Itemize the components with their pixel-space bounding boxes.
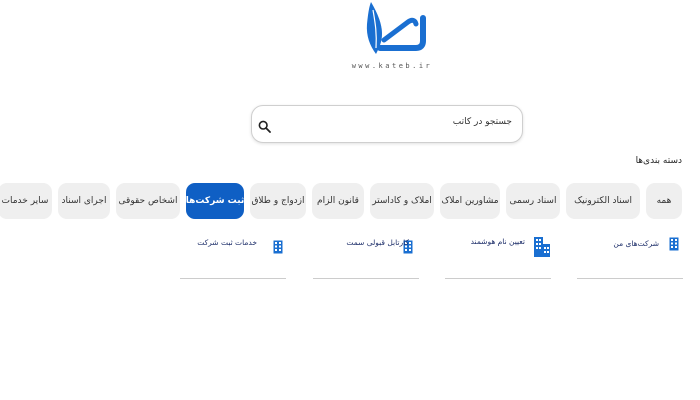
chip-all[interactable]: همه [646,183,682,219]
buildings-icon [534,237,550,261]
chip-obligation-law[interactable]: قانون الزام [312,183,364,219]
service-card-company-registration-services[interactable]: خدمات ثبت شرکت [180,234,286,279]
chip-marriage-divorce[interactable]: ازدواج و طلاق [250,183,306,219]
category-chips: همه اسناد الکترونیک اسناد رسمی مشاورین ا… [0,183,682,219]
chip-document-enforcement[interactable]: اجرای اسناد [58,183,110,219]
chip-official-documents[interactable]: اسناد رسمی [506,183,560,219]
search-icon[interactable] [258,118,271,133]
chip-real-estate-agents[interactable]: مشاورین املاک [440,183,500,219]
chip-electronic-documents[interactable]: اسناد الکترونیک [566,183,640,219]
chip-legal-entities[interactable]: اشخاص حقوقی [116,183,180,219]
chip-other-services[interactable]: سایر خدمات [0,183,52,219]
service-label: کارتابل قبولی سمت [346,238,409,247]
search-box[interactable]: جستجو در کاتب [251,105,523,143]
service-card-position-acceptance[interactable]: کارتابل قبولی سمت [313,234,419,279]
service-label: خدمات ثبت شرکت [197,238,257,247]
kateb-logo[interactable] [358,0,426,60]
chip-property-cadastre[interactable]: املاک و کاداستر [370,183,434,219]
service-card-my-companies[interactable]: شرکت‌های من [577,234,683,279]
service-label: شرکت‌های من [613,239,659,248]
building-icon [273,239,283,258]
service-label: تعیین نام هوشمند [470,237,525,246]
categories-title: دسته بندی‌ها [635,156,682,166]
building-icon [669,236,679,255]
logo-url: www.kateb.ir [351,62,433,70]
service-card-smart-naming[interactable]: تعیین نام هوشمند [445,234,551,279]
chip-company-registration[interactable]: ثبت شرکت‌ها [186,183,244,219]
search-input[interactable]: جستجو در کاتب [453,117,512,127]
